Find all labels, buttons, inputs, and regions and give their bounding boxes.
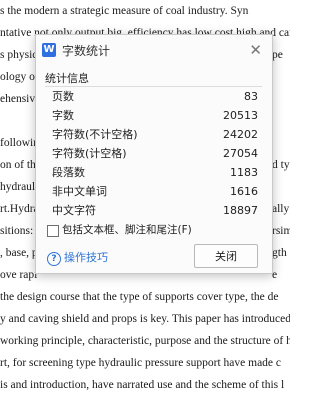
section-title: 统计信息	[45, 72, 89, 85]
tips-link[interactable]: 操作技巧	[64, 250, 108, 266]
stat-row-pages: 页数 83	[52, 88, 258, 106]
stat-row-non-chinese-words: 非中文单词 1616	[52, 183, 258, 201]
doc-line: working principle, characteristic, purpo…	[0, 335, 290, 347]
include-textbox-footnote-label[interactable]: 包括文本框、脚注和尾注(F)	[62, 222, 192, 238]
doc-fragment: gth is	[272, 247, 290, 259]
help-icon[interactable]: ?	[47, 252, 61, 266]
close-button[interactable]: 关闭	[194, 244, 258, 268]
doc-fragment: e	[272, 269, 278, 281]
doc-line: s the modern a strategic measure of coal…	[0, 5, 249, 17]
doc-line: rt, for screening type hydraulic pressur…	[0, 357, 282, 369]
doc-line: y and caving shield and props is key. Th…	[0, 313, 290, 325]
dialog-titlebar[interactable]: W 字数统计 ✕	[36, 35, 272, 65]
doc-line: is and introduction, have narrated use a…	[0, 379, 285, 391]
close-icon[interactable]: ✕	[249, 41, 262, 59]
section-divider	[45, 86, 262, 87]
doc-fragment: rsim	[272, 225, 290, 237]
stat-row-chinese-chars: 中文字符 18897	[52, 202, 258, 220]
stat-label: 页数	[52, 90, 74, 103]
stat-row-chars-with-spaces: 字符数(计空格) 27054	[52, 145, 258, 163]
stat-value: 1616	[230, 185, 258, 198]
stat-value: 24202	[223, 128, 258, 141]
stat-row-chars-no-spaces: 字符数(不计空格) 24202	[52, 126, 258, 144]
stat-label: 非中文单词	[52, 185, 107, 198]
dialog-title: 字数统计	[62, 44, 111, 58]
stat-value: 27054	[223, 147, 258, 160]
stat-value: 18897	[223, 204, 258, 217]
doc-fragment: pe	[272, 49, 283, 61]
stat-label: 中文字符	[52, 204, 96, 217]
wps-writer-logo-icon: W	[42, 43, 56, 57]
stat-value: 1183	[230, 166, 258, 179]
stat-label: 字符数(计空格)	[52, 147, 127, 160]
doc-line: the design course that the type of suppo…	[0, 291, 279, 303]
stat-row-words: 字数 20513	[52, 107, 258, 125]
stat-value: 20513	[223, 109, 258, 122]
doc-fragment: d ty	[272, 159, 290, 171]
stat-value: 83	[244, 90, 258, 103]
stat-label: 字数	[52, 109, 74, 122]
stat-label: 字符数(不计空格)	[52, 128, 138, 141]
word-count-dialog: W 字数统计 ✕ 统计信息 页数 83 字数 20513 字符数(不计空格) 2…	[35, 34, 273, 274]
doc-fragment: ally	[272, 203, 290, 215]
include-textbox-footnote-checkbox[interactable]	[47, 225, 59, 237]
stat-label: 段落数	[52, 166, 85, 179]
stat-row-paragraphs: 段落数 1183	[52, 164, 258, 182]
